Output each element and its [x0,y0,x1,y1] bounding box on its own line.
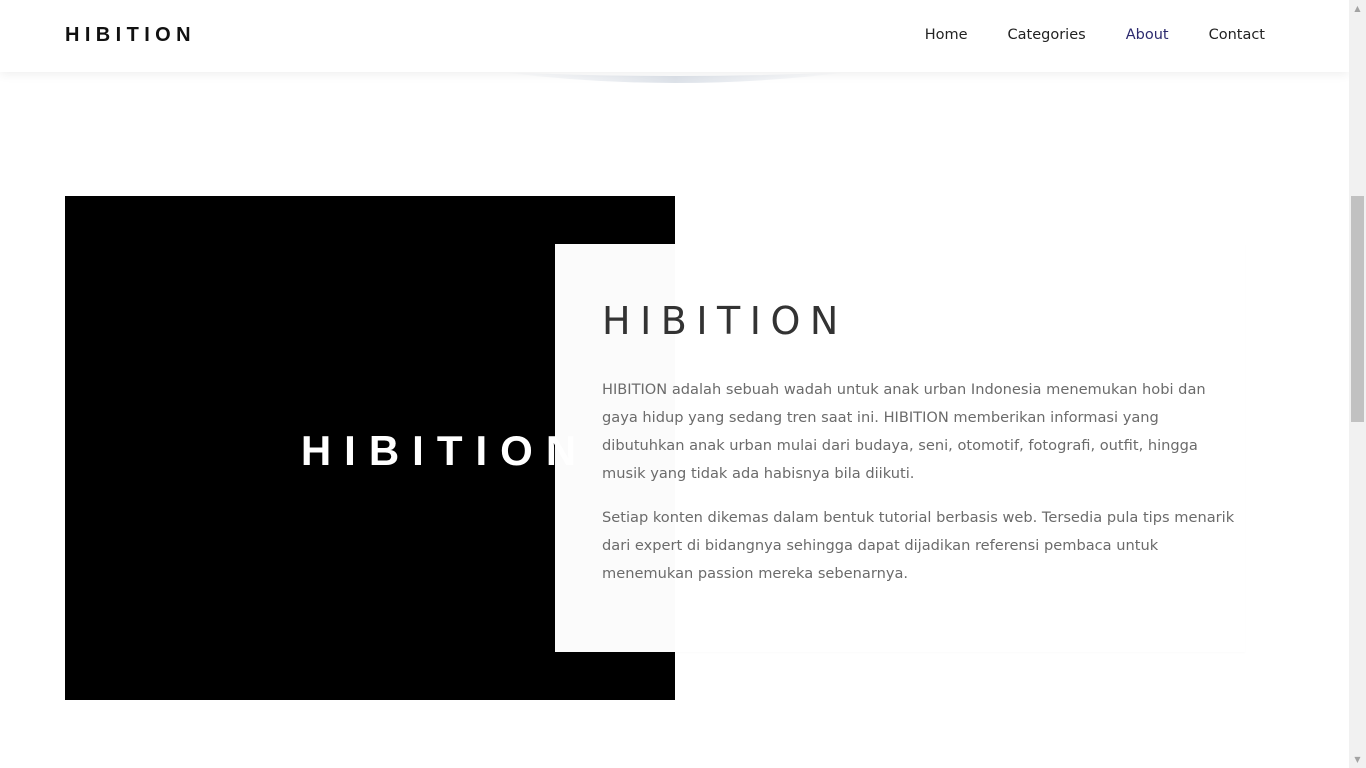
about-image-logo-text: HIBITION [300,427,590,474]
about-title: HIBITION [602,299,848,343]
about-paragraph-2: Setiap konten dikemas dalam bentuk tutor… [602,509,1235,582]
nav-link-contact[interactable]: Contact [1209,27,1265,43]
about-card: HIBITION HIBITION adalah sebuah wadah un… [555,244,1245,652]
nav-link-categories[interactable]: Categories [1008,27,1086,43]
page: HIBITION Home Categories About Contact H… [0,0,1349,768]
scroll-down-arrow-icon[interactable]: ▼ [1349,751,1366,768]
nav-item-about: About [1126,24,1169,46]
nav-item-contact: Contact [1209,24,1265,46]
vertical-scrollbar[interactable]: ▲ ▼ [1349,0,1366,768]
nav-link-home[interactable]: Home [925,27,968,43]
brand-logo[interactable]: HIBITION [65,23,196,47]
nav-item-home: Home [925,24,968,46]
nav-item-categories: Categories [1008,24,1086,46]
scroll-up-arrow-icon[interactable]: ▲ [1349,0,1366,17]
about-paragraph-1: HIBITION adalah sebuah wadah untuk anak … [602,381,1206,482]
navbar: HIBITION Home Categories About Contact [0,0,1349,72]
main-nav: Home Categories About Contact [885,24,1265,46]
scrollbar-thumb[interactable] [1351,196,1364,422]
nav-link-about[interactable]: About [1126,27,1169,43]
